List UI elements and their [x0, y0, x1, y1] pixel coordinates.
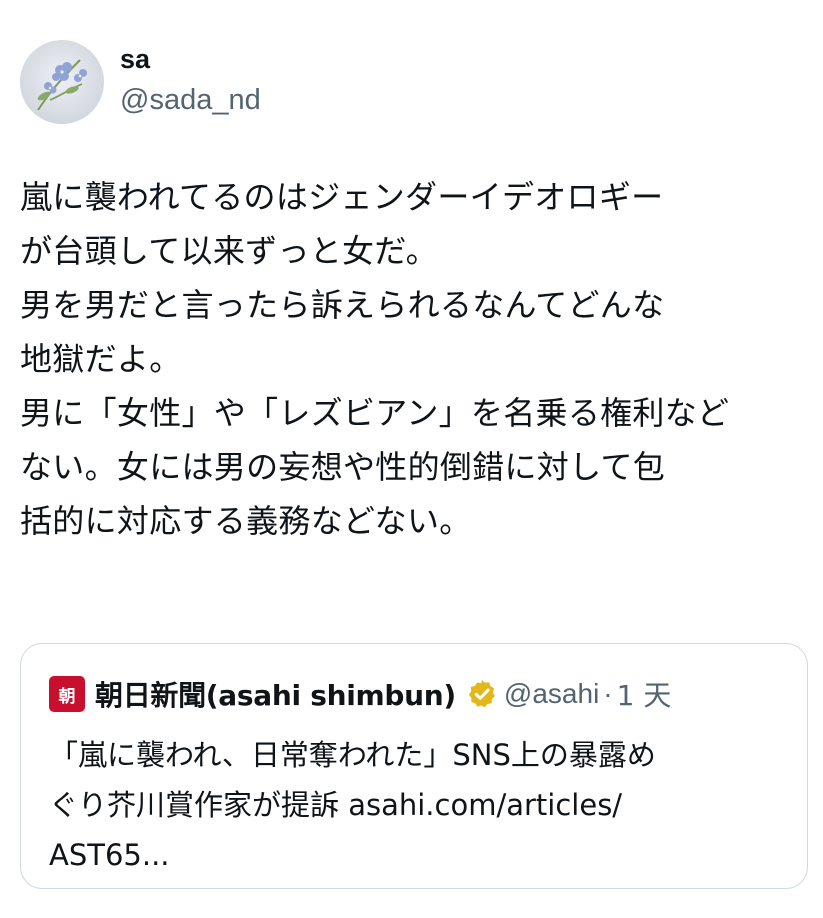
flower-photo-avatar-icon [20, 40, 104, 124]
author-display-name[interactable]: sa [120, 43, 261, 75]
tweet-text-line: 嵐に襲われてるのはジェンダーイデオロギー [20, 178, 664, 216]
author-avatar[interactable] [20, 40, 104, 124]
quoted-author-name[interactable]: 朝日新聞(asahi shimbun) [95, 674, 456, 714]
quote-text-line: AST65... [49, 838, 170, 872]
tweet-text-line: が台頭して以来ずっと女だ。 [20, 232, 438, 270]
asahi-logo-icon: 朝 [49, 676, 85, 712]
author-handle[interactable]: @sada_nd [120, 83, 261, 117]
quoted-tweet-time[interactable]: 1 天 [617, 674, 672, 714]
quote-text-line: ぐり芥川賞作家が提訴 asahi.com/articles/ [49, 788, 623, 822]
tweet-text-line: 地獄だよ。 [20, 340, 182, 378]
quote-text-line: 「嵐に襲われ、日常奪われた」SNS上の暴露め [49, 738, 656, 772]
tweet-text-line: 男に「女性」や「レズビアン」を名乗る権利など [20, 394, 730, 432]
quoted-tweet-card[interactable]: 朝 朝日新聞(asahi shimbun) @asahi · 1 天 「嵐に襲わ… [20, 643, 808, 889]
quoted-author-handle[interactable]: @asahi [504, 678, 599, 710]
quoted-tweet-text: 「嵐に襲われ、日常奪われた」SNS上の暴露め ぐり芥川賞作家が提訴 asahi.… [49, 730, 789, 880]
tweet-text-line: ない。女には男の妄想や性的倒錯に対して包 [20, 448, 666, 486]
dot-separator: · [603, 678, 613, 709]
tweet-header: sa @sada_nd [20, 40, 261, 126]
tweet-body-text: 嵐に襲われてるのはジェンダーイデオロギー が台頭して以来ずっと女だ。 男を男だと… [20, 170, 810, 548]
gold-verified-badge-icon [468, 680, 495, 708]
tweet-text-line: 括的に対応する義務などない。 [20, 502, 472, 540]
author-names: sa @sada_nd [120, 40, 261, 117]
quoted-tweet-header: 朝 朝日新聞(asahi shimbun) @asahi · 1 天 [49, 672, 671, 716]
tweet-text-line: 男を男だと言ったら訴えられるなんてどんな [20, 286, 665, 324]
